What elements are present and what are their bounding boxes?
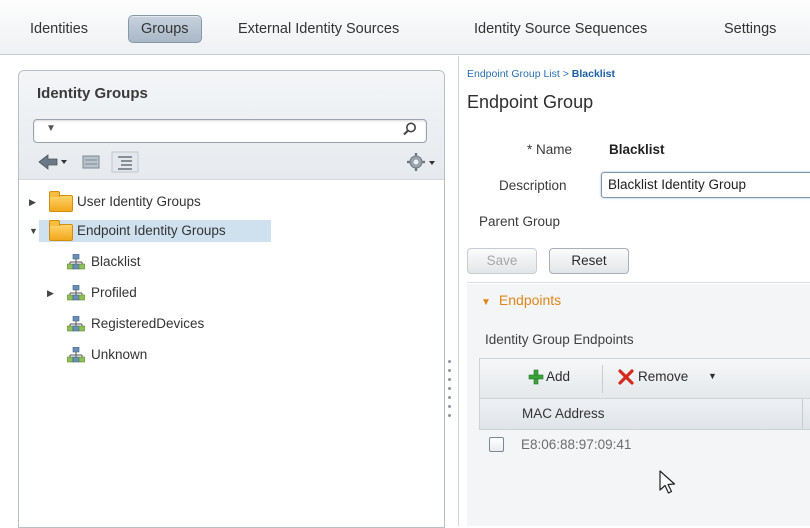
back-arrow-icon[interactable]: [37, 151, 71, 173]
name-label: * Name: [527, 142, 573, 157]
section-title: Endpoints: [498, 292, 562, 308]
breadcrumb-current: Blacklist: [571, 68, 615, 80]
breadcrumb-separator: >: [559, 68, 572, 80]
endpoint-group-icon: [67, 347, 85, 363]
tree-item-registereddevices[interactable]: RegisteredDevices: [67, 313, 287, 335]
expand-arrow-icon[interactable]: ▶: [29, 191, 36, 213]
panel-title: Identity Groups: [37, 85, 148, 102]
tree-item-user-identity-groups[interactable]: ▶ User Identity Groups: [19, 191, 279, 213]
top-tab-bar: Identities Groups External Identity Sour…: [0, 0, 810, 55]
endpoint-group-icon: [67, 316, 85, 332]
search-input[interactable]: ▼: [33, 119, 427, 143]
description-field[interactable]: Blacklist Identity Group: [601, 172, 810, 198]
tree-item-profiled[interactable]: ▶ Profiled: [47, 282, 247, 304]
toolbar-separator: [602, 365, 603, 393]
tree-item-blacklist[interactable]: Blacklist: [67, 251, 267, 273]
endpoint-group-icon: [67, 254, 85, 270]
description-label: Description: [499, 178, 567, 193]
tab-identity-source-sequences[interactable]: Identity Source Sequences: [474, 16, 647, 42]
tab-external-identity-sources[interactable]: External Identity Sources: [238, 16, 399, 42]
tree-item-label: Unknown: [91, 347, 148, 362]
endpoints-toolbar: Add Remove ▼: [479, 358, 810, 400]
name-value: Blacklist: [609, 142, 665, 157]
identity-groups-panel: Identity Groups ▼ ▶ User Identity Groups…: [18, 70, 445, 528]
panel-header: Identity Groups ▼: [19, 71, 444, 180]
tree-item-label: Blacklist: [91, 254, 141, 269]
mouse-pointer-icon: [659, 470, 676, 494]
save-button[interactable]: Save: [467, 248, 537, 274]
tab-groups[interactable]: Groups: [128, 15, 202, 43]
tree-item-label: RegisteredDevices: [91, 316, 205, 331]
column-header-mac-address[interactable]: MAC Address: [522, 406, 605, 421]
remove-label: Remove: [638, 369, 689, 384]
endpoint-group-icon: [67, 285, 85, 301]
plus-icon: [528, 369, 544, 385]
row-checkbox[interactable]: [489, 437, 504, 452]
search-dropdown-icon[interactable]: ▼: [46, 123, 56, 134]
tree-item-unknown[interactable]: Unknown: [67, 344, 267, 366]
tree-item-label: User Identity Groups: [77, 194, 201, 209]
table-row[interactable]: E8:06:88:97:09:41: [479, 432, 810, 458]
breadcrumb: Endpoint Group List > Blacklist: [467, 68, 615, 80]
endpoints-section-header[interactable]: ▼ Endpoints: [481, 292, 561, 308]
tree-item-label: Endpoint Identity Groups: [77, 223, 226, 238]
reset-button[interactable]: Reset: [549, 248, 629, 274]
folder-icon: [49, 191, 73, 212]
list-view-icon[interactable]: [81, 151, 101, 173]
search-icon[interactable]: [402, 121, 418, 137]
table-header: MAC Address: [479, 398, 810, 430]
identity-group-endpoints-label: Identity Group Endpoints: [485, 332, 634, 347]
tree-item-endpoint-identity-groups[interactable]: ▼ Endpoint Identity Groups: [29, 220, 271, 242]
tab-identities[interactable]: Identities: [30, 16, 88, 42]
collapse-arrow-icon[interactable]: ▼: [29, 220, 38, 242]
mac-address-cell: E8:06:88:97:09:41: [521, 437, 632, 452]
breadcrumb-link-endpoint-group-list[interactable]: Endpoint Group List: [467, 68, 560, 80]
collapse-arrow-icon[interactable]: ▼: [481, 297, 491, 308]
expand-arrow-icon[interactable]: ▶: [47, 282, 54, 304]
page-title: Endpoint Group: [467, 92, 594, 112]
chevron-down-icon[interactable]: ▼: [708, 371, 717, 381]
folder-icon: [49, 220, 73, 241]
parent-group-label: Parent Group: [479, 214, 561, 229]
tab-settings[interactable]: Settings: [724, 16, 776, 42]
tree-item-label: Profiled: [91, 285, 137, 300]
gear-icon[interactable]: [405, 151, 437, 173]
tree-toolbar: [37, 151, 437, 173]
panel-splitter-handle[interactable]: [446, 360, 452, 420]
remove-x-icon: [618, 369, 634, 385]
column-separator: [802, 399, 803, 429]
endpoint-group-detail-panel: Endpoint Group List > Blacklist Endpoint…: [458, 56, 810, 526]
tree-view-icon[interactable]: [111, 151, 139, 173]
add-label: Add: [546, 369, 571, 384]
divider: [467, 282, 810, 283]
